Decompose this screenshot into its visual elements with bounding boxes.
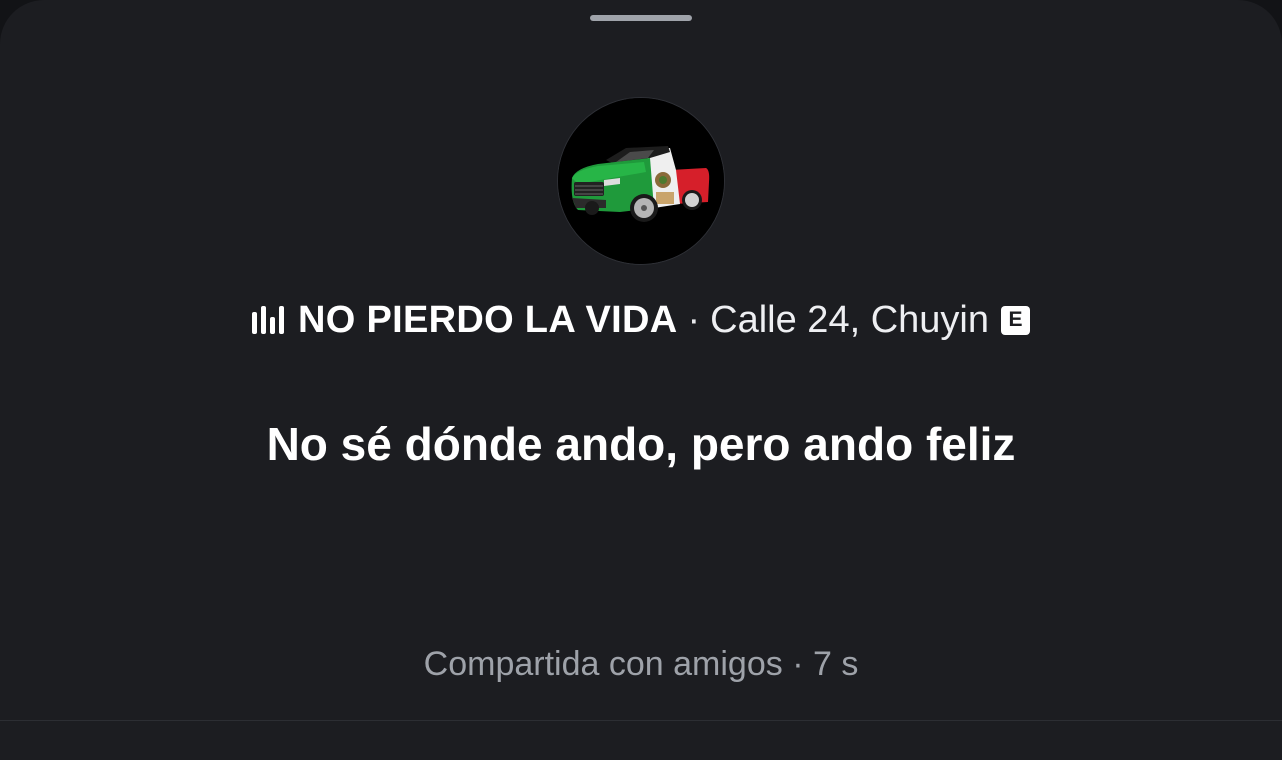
song-title: NO PIERDO LA VIDA: [298, 298, 678, 341]
truck-image: [558, 98, 724, 264]
meta-separator: ·: [792, 645, 804, 683]
now-playing-track[interactable]: NO PIERDO LA VIDA · Calle 24, Chuyin E: [0, 296, 1282, 344]
artist-names: Calle 24, Chuyin: [710, 298, 989, 341]
audience-label: Compartida con amigos: [423, 645, 783, 683]
note-sheet: NO PIERDO LA VIDA · Calle 24, Chuyin E N…: [0, 0, 1282, 760]
avatar[interactable]: [557, 97, 725, 265]
note-meta: Compartida con amigos · 7 s: [0, 642, 1282, 686]
drag-handle[interactable]: [590, 15, 692, 21]
explicit-badge: E: [1000, 305, 1030, 335]
elapsed-time: 7 s: [812, 645, 859, 683]
equalizer-icon: [252, 306, 284, 334]
divider: [0, 720, 1282, 721]
title-artist-separator: ·: [687, 298, 701, 341]
note-text: No sé dónde ando, pero ando feliz: [266, 418, 1016, 470]
